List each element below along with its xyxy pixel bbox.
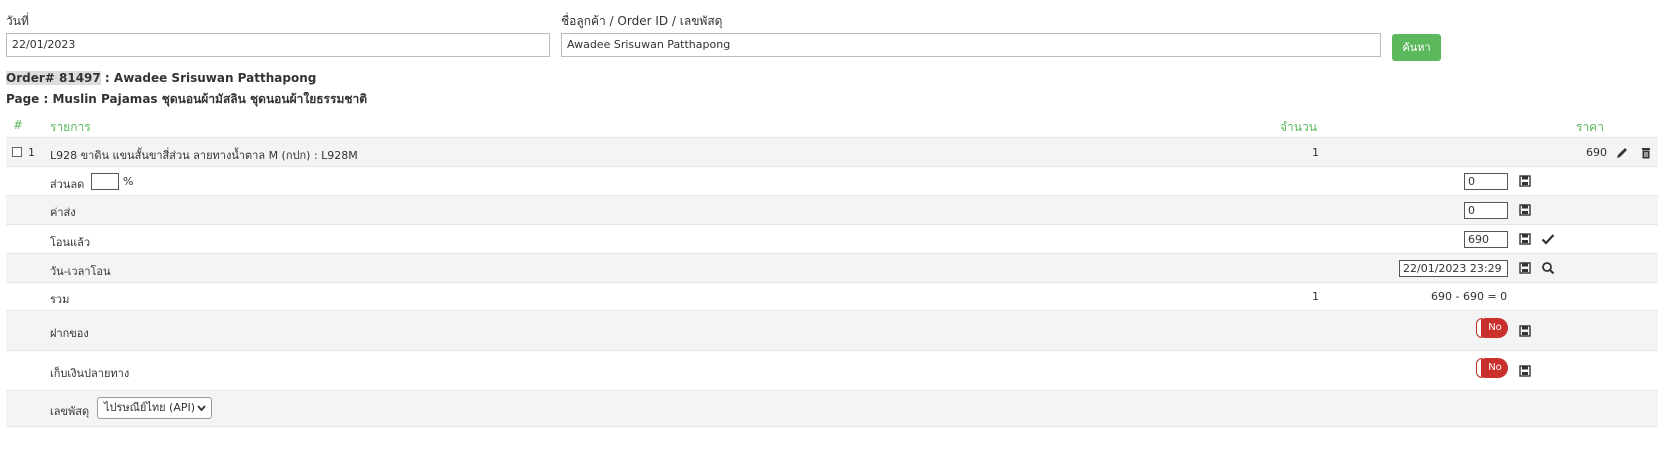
save-icon[interactable] bbox=[1518, 174, 1532, 188]
shipping-label: ค่าส่ง bbox=[50, 206, 76, 219]
save-icon[interactable] bbox=[1518, 232, 1532, 246]
deposit-toggle[interactable]: No bbox=[1476, 318, 1508, 338]
check-icon[interactable] bbox=[1541, 232, 1555, 246]
total-qty: 1 bbox=[1312, 290, 1319, 303]
trash-icon[interactable] bbox=[1639, 146, 1653, 160]
transferred-label: โอนแล้ว bbox=[50, 236, 91, 249]
edit-icon[interactable] bbox=[1615, 146, 1629, 160]
shipping-input[interactable]: 0 bbox=[1464, 202, 1508, 219]
order-id: Order# 81497 bbox=[6, 71, 101, 85]
deposit-row: ฝากของ No bbox=[6, 310, 1658, 351]
transfer-time-input[interactable]: 22/01/2023 23:29 bbox=[1399, 260, 1508, 277]
customer-search-input[interactable]: Awadee Srisuwan Patthapong bbox=[561, 33, 1381, 57]
transferred-input[interactable]: 690 bbox=[1464, 231, 1508, 248]
save-icon[interactable] bbox=[1518, 364, 1532, 378]
tracking-label: เลขพัสดุ bbox=[50, 405, 90, 418]
col-header-num: # bbox=[13, 118, 24, 132]
col-header-price: ราคา bbox=[1576, 120, 1604, 134]
deposit-label: ฝากของ bbox=[50, 327, 89, 340]
customer-search-label: ชื่อลูกค้า / Order ID / เลขพัสดุ bbox=[561, 14, 723, 28]
item-num: 1 bbox=[28, 146, 35, 159]
cod-toggle[interactable]: No bbox=[1476, 358, 1508, 378]
cod-row: เก็บเงินปลายทาง No bbox=[6, 350, 1658, 391]
shipping-row: ค่าส่ง 0 bbox=[6, 195, 1658, 225]
discount-percent-sign: % bbox=[123, 175, 134, 188]
discount-label: ส่วนลด bbox=[50, 178, 85, 191]
discount-row: ส่วนลด % 0 bbox=[6, 166, 1658, 196]
col-header-item: รายการ bbox=[50, 120, 91, 134]
table-row: 1 L928 ขาดิน แขนสั้นขาสี่ส่วน ลายทางน้ำต… bbox=[6, 137, 1658, 167]
discount-percent-input[interactable] bbox=[91, 173, 119, 190]
date-label: วันที่ bbox=[6, 14, 29, 28]
discount-value-input[interactable]: 0 bbox=[1464, 173, 1508, 190]
save-icon[interactable] bbox=[1518, 261, 1532, 275]
order-title: Order# 81497 : Awadee Srisuwan Patthapon… bbox=[6, 71, 316, 85]
save-icon[interactable] bbox=[1518, 203, 1532, 217]
cod-label: เก็บเงินปลายทาง bbox=[50, 367, 130, 380]
total-value: 690 - 690 = 0 bbox=[1431, 290, 1508, 303]
item-name: L928 ขาดิน แขนสั้นขาสี่ส่วน ลายทางน้ำตาล… bbox=[50, 149, 358, 162]
item-qty: 1 bbox=[1312, 146, 1319, 159]
save-icon[interactable] bbox=[1518, 324, 1532, 338]
transfer-time-row: วัน-เวลาโอน 22/01/2023 23:29 bbox=[6, 253, 1658, 283]
total-row: รวม 1 690 - 690 = 0 bbox=[6, 282, 1658, 311]
search-icon[interactable] bbox=[1541, 261, 1555, 275]
total-label: รวม bbox=[50, 293, 70, 306]
item-price: 690 bbox=[1586, 146, 1607, 159]
order-customer: : Awadee Srisuwan Patthapong bbox=[100, 71, 317, 85]
search-button[interactable]: ค้นหา bbox=[1392, 34, 1441, 61]
date-input[interactable]: 22/01/2023 bbox=[6, 33, 550, 57]
transfer-time-label: วัน-เวลาโอน bbox=[50, 265, 111, 278]
carrier-select-value: ไปรษณีย์ไทย (API) bbox=[104, 401, 196, 414]
tracking-row: เลขพัสดุ ไปรษณีย์ไทย (API) bbox=[6, 390, 1658, 427]
item-checkbox[interactable] bbox=[12, 147, 22, 157]
col-header-qty: จำนวน bbox=[1280, 120, 1317, 134]
carrier-select[interactable]: ไปรษณีย์ไทย (API) bbox=[97, 397, 212, 419]
transferred-row: โอนแล้ว 690 bbox=[6, 224, 1658, 254]
chevron-down-icon bbox=[197, 405, 206, 412]
page-name: Page : Muslin Pajamas ชุดนอนผ้ามัสลิน ชุ… bbox=[6, 92, 368, 106]
